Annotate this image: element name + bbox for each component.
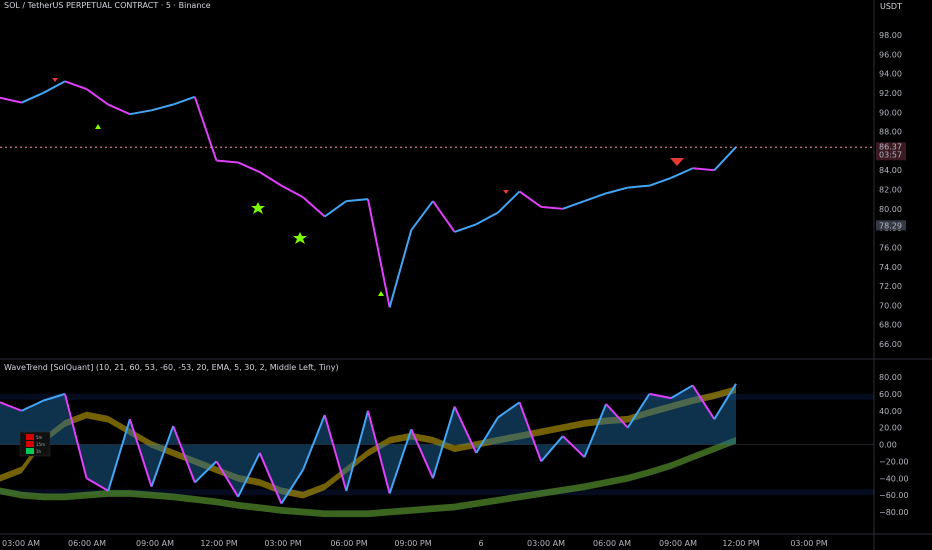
time-tick-label: 03:00 PM — [790, 539, 827, 548]
buy-arrow-icon — [95, 124, 101, 129]
price-marker-label: 78.29 — [879, 221, 902, 230]
osc-tick-label: 60.00 — [879, 390, 902, 399]
price-axis[interactable]: 98.0096.0094.0092.0090.0088.0086.0084.00… — [879, 31, 902, 349]
price-segment — [692, 167, 715, 172]
price-segment — [193, 96, 218, 161]
price-segment — [497, 190, 521, 214]
sell-arrow-icon — [670, 158, 684, 166]
price-segment — [216, 159, 239, 164]
price-tick-label: 92.00 — [879, 89, 902, 98]
price-tick-label: 90.00 — [879, 108, 902, 117]
price-segment — [541, 205, 563, 210]
price-segment — [518, 190, 542, 208]
price-segment — [367, 198, 391, 308]
price-series — [0, 80, 737, 308]
price-segment — [172, 95, 196, 106]
tf-cell-15m — [26, 441, 34, 447]
price-segment — [302, 196, 326, 218]
price-segment — [129, 109, 152, 116]
price-segment — [410, 200, 434, 231]
price-segment — [562, 200, 585, 210]
price-segment — [86, 88, 109, 106]
time-tick-label: 03:00 AM — [2, 539, 40, 548]
time-tick-label: 06:00 AM — [593, 539, 631, 548]
time-axis[interactable]: 03:00 AM 06:00 AM 09:00 AM 12:00 PM 03:00 PM… — [2, 539, 828, 548]
tf-cell-1h — [26, 448, 34, 454]
price-tick-label: 94.00 — [879, 70, 902, 79]
time-tick-label: 12:00 PM — [722, 539, 759, 548]
buy-star-icon — [251, 202, 265, 214]
time-tick-label: 06:00 AM — [68, 539, 106, 548]
time-tick-label: 09:00 AM — [136, 539, 174, 548]
time-tick-label: 03:00 PM — [264, 539, 301, 548]
time-tick-label: 06:00 PM — [330, 539, 367, 548]
price-tick-label: 98.00 — [879, 31, 902, 40]
sell-arrow-icon — [52, 78, 58, 82]
osc-tick-label: 0.00 — [879, 441, 897, 450]
timeframe-table: 5m 15m 1h — [19, 431, 51, 457]
wavetrend-series — [0, 383, 737, 505]
price-segment — [584, 192, 607, 203]
osc-tick-label: 80.00 — [879, 373, 902, 382]
time-tick-label: 6 — [478, 539, 483, 548]
tf-label: 5m — [36, 435, 43, 440]
price-segment — [107, 103, 131, 116]
tf-label: 15m — [36, 442, 45, 447]
price-segment — [324, 200, 347, 218]
tf-label: 1h — [36, 449, 42, 454]
time-tick-label: 09:00 PM — [394, 539, 431, 548]
time-tick-label: 09:00 AM — [659, 539, 697, 548]
price-tick-label: 80.00 — [879, 205, 902, 214]
price-segment — [0, 96, 22, 104]
price-segment — [649, 176, 672, 187]
price-tick-label: 66.00 — [879, 340, 902, 349]
price-tick-label: 84.00 — [879, 166, 902, 175]
countdown-label: 03:57 — [879, 150, 902, 159]
chart-canvas[interactable]: 98.0096.0094.0092.0090.0088.0086.0084.00… — [0, 0, 932, 550]
price-tick-label: 88.00 — [879, 128, 902, 137]
price-segment — [454, 223, 477, 233]
price-segment — [605, 186, 629, 195]
price-tick-label: 96.00 — [879, 50, 902, 59]
time-tick-label: 12:00 PM — [200, 539, 237, 548]
price-segment — [21, 92, 44, 104]
price-segment — [627, 184, 650, 189]
price-tick-label: 74.00 — [879, 263, 902, 272]
price-segment — [475, 211, 499, 226]
price-segment — [388, 229, 413, 308]
price-tick-label: 76.00 — [879, 243, 902, 252]
price-segment — [151, 103, 174, 112]
osc-tick-label: 40.00 — [879, 407, 902, 416]
price-segment — [432, 200, 456, 233]
buy-arrow-icon — [378, 291, 384, 296]
price-segment — [346, 198, 369, 203]
osc-tick-label: −80.00 — [879, 508, 909, 517]
price-segment — [259, 171, 282, 187]
price-tick-label: 72.00 — [879, 282, 902, 291]
price-segment — [713, 146, 737, 171]
osc-tick-label: −60.00 — [879, 491, 909, 500]
price-tick-label: 82.00 — [879, 186, 902, 195]
oscillator-axis[interactable]: 80.00 60.00 40.00 20.00 0.00 −20.00 −40.00 −60.… — [879, 373, 909, 517]
price-segment — [64, 80, 87, 91]
time-tick-label: 03:00 AM — [527, 539, 565, 548]
overbought-band — [0, 393, 874, 400]
tf-cell-5m — [26, 434, 34, 440]
sell-arrow-icon — [503, 190, 509, 194]
osc-tick-label: −40.00 — [879, 474, 909, 483]
buy-star-icon — [293, 232, 307, 244]
osc-tick-label: 20.00 — [879, 424, 902, 433]
price-segment — [237, 161, 261, 174]
price-segment — [280, 184, 304, 199]
price-tick-label: 70.00 — [879, 301, 902, 310]
price-tick-label: 68.00 — [879, 321, 902, 330]
price-segment — [670, 167, 694, 179]
osc-tick-label: −20.00 — [879, 457, 909, 466]
price-segment — [42, 80, 66, 94]
